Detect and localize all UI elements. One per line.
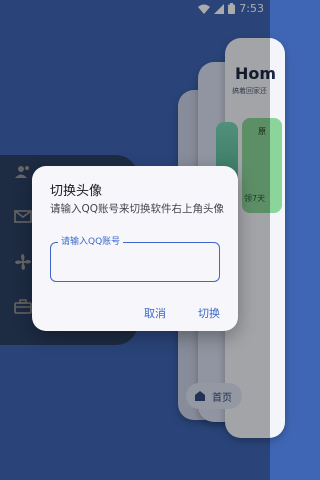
- cancel-button[interactable]: 取消: [140, 303, 170, 323]
- switch-avatar-dialog: 切换头像 请输入QQ账号来切换软件右上角头像 请输入QQ账号 取消 切换: [32, 166, 238, 331]
- dialog-title: 切换头像: [50, 184, 103, 199]
- qq-account-label: 请输入QQ账号: [58, 236, 124, 248]
- qq-account-field[interactable]: [50, 242, 220, 282]
- qq-account-input[interactable]: [51, 243, 219, 281]
- switch-button[interactable]: 切换: [194, 303, 224, 323]
- dialog-message: 请输入QQ账号来切换软件右上角头像: [50, 203, 225, 215]
